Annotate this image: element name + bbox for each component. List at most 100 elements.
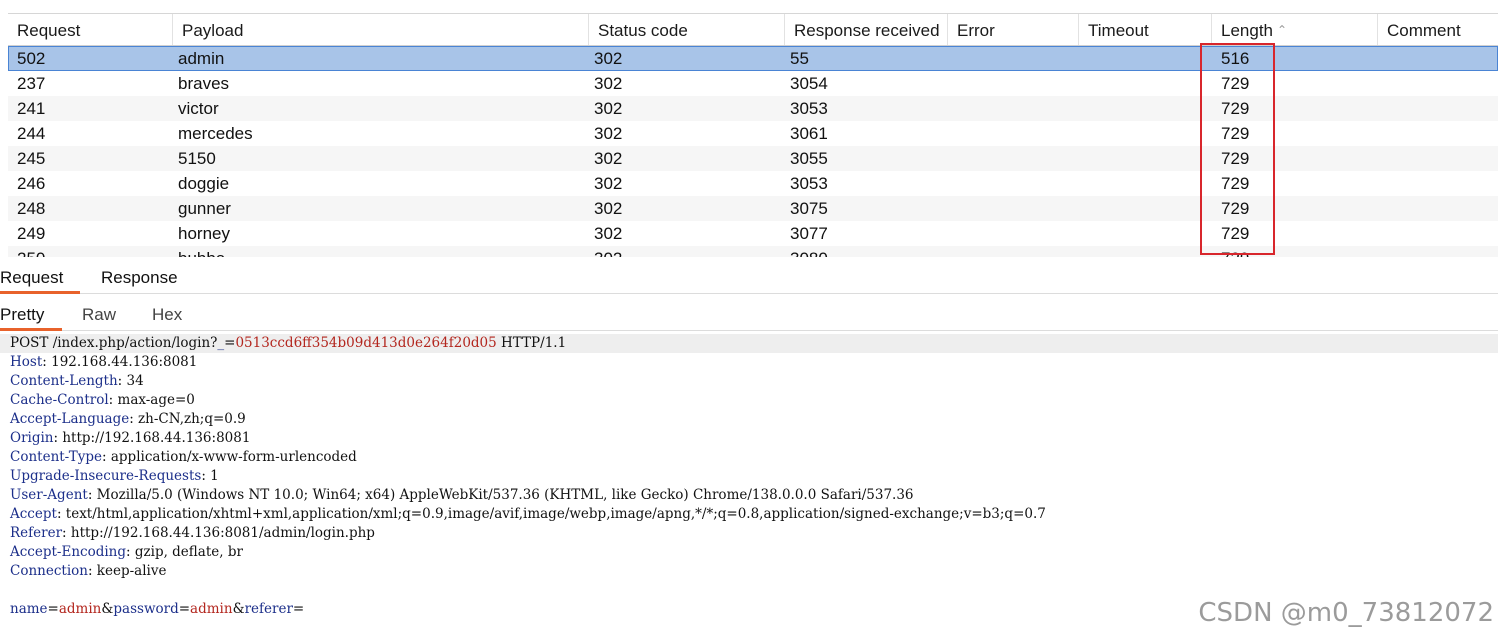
cell-error (944, 171, 953, 196)
cell-payload: doggie (178, 174, 230, 193)
request-line: Connection: keep-alive (10, 563, 167, 579)
watermark: CSDN @m0_73812072 (1198, 598, 1494, 628)
cell-status-code: 302 (594, 224, 623, 243)
cell-error (944, 146, 953, 171)
request-line: User-Agent: Mozilla/5.0 (Windows NT 10.0… (10, 487, 914, 503)
cell-timeout (1075, 71, 1084, 96)
request-editor[interactable]: POST /index.php/action/login?_=0513ccd6f… (0, 334, 1498, 641)
request-line: Origin: http://192.168.44.136:8081 (10, 430, 251, 446)
cell-response-received: 3077 (790, 224, 828, 243)
cell-request: 250 (8, 246, 45, 257)
intruder-results-table: Request Payload Status code Response rec… (8, 13, 1498, 257)
cell-timeout (1075, 46, 1084, 71)
cell-length: 729 (1221, 199, 1250, 218)
cell-status-code: 302 (594, 149, 623, 168)
table-row[interactable]: 502 admin 302 55 516 (8, 46, 1498, 71)
cell-status-code: 302 (594, 74, 623, 93)
tab-raw[interactable]: Raw (82, 300, 116, 330)
cell-response-received: 3061 (790, 124, 828, 143)
request-line: Accept-Language: zh-CN,zh;q=0.9 (10, 411, 246, 427)
request-line: Upgrade-Insecure-Requests: 1 (10, 468, 219, 484)
cell-timeout (1075, 171, 1084, 196)
cell-response-received: 3075 (790, 199, 828, 218)
table-row[interactable]: 250 bubba 302 3080 729 (8, 246, 1498, 257)
cell-timeout (1075, 246, 1084, 257)
cell-payload: gunner (178, 199, 231, 218)
table-row[interactable]: 237 braves 302 3054 729 (8, 71, 1498, 96)
cell-status-code: 302 (594, 124, 623, 143)
cell-comment (1378, 46, 1387, 71)
cell-error (944, 96, 953, 121)
cell-status-code: 302 (594, 199, 623, 218)
cell-error (944, 196, 953, 221)
cell-timeout (1075, 221, 1084, 246)
cell-status-code: 302 (594, 49, 623, 68)
cell-request: 241 (17, 99, 46, 118)
column-header-request[interactable]: Request (8, 14, 173, 45)
cell-response-received: 3054 (790, 74, 828, 93)
cell-error (944, 121, 953, 146)
cell-request: 237 (17, 74, 46, 93)
cell-response-received: 3055 (790, 149, 828, 168)
column-header-response-received[interactable]: Response received (785, 14, 948, 45)
cell-payload: 5150 (178, 149, 216, 168)
table-header: Request Payload Status code Response rec… (8, 14, 1498, 46)
cell-comment (1378, 246, 1387, 257)
cell-response-received: 55 (790, 49, 809, 68)
cell-payload: victor (178, 99, 219, 118)
message-tabs: Request Response (0, 262, 1498, 294)
cell-length: 729 (1221, 174, 1250, 193)
cell-status-code: 302 (585, 246, 622, 257)
cell-timeout (1075, 196, 1084, 221)
request-line: Cache-Control: max-age=0 (10, 392, 195, 408)
cell-timeout (1075, 96, 1084, 121)
request-line: Host: 192.168.44.136:8081 (10, 354, 198, 370)
cell-comment (1378, 221, 1387, 246)
cell-timeout (1075, 121, 1084, 146)
cell-error (944, 71, 953, 96)
cell-length: 729 (1221, 124, 1250, 143)
cell-comment (1378, 96, 1387, 121)
request-line: Content-Type: application/x-www-form-url… (10, 449, 357, 465)
cell-payload: bubba (169, 246, 225, 257)
request-line: Accept-Encoding: gzip, deflate, br (10, 544, 243, 560)
cell-request: 245 (17, 149, 46, 168)
table-row[interactable]: 244 mercedes 302 3061 729 (8, 121, 1498, 146)
cell-request: 244 (17, 124, 46, 143)
request-line: Content-Length: 34 (10, 373, 144, 389)
view-mode-tabs: Pretty Raw Hex (0, 300, 1498, 331)
cell-comment (1378, 196, 1387, 221)
cell-length: 729 (1212, 246, 1249, 257)
table-row[interactable]: 245 5150 302 3055 729 (8, 146, 1498, 171)
tab-hex[interactable]: Hex (152, 300, 182, 330)
cell-comment (1378, 71, 1387, 96)
cell-length: 729 (1221, 224, 1250, 243)
column-header-timeout[interactable]: Timeout (1079, 14, 1212, 45)
request-line: Referer: http://192.168.44.136:8081/admi… (10, 525, 375, 541)
cell-length: 729 (1221, 74, 1250, 93)
table-row[interactable]: 241 victor 302 3053 729 (8, 96, 1498, 121)
table-row[interactable]: 248 gunner 302 3075 729 (8, 196, 1498, 221)
cell-response-received: 3053 (790, 99, 828, 118)
column-header-error[interactable]: Error (948, 14, 1079, 45)
cell-request: 248 (17, 199, 46, 218)
cell-payload: horney (178, 224, 230, 243)
tab-request[interactable]: Request (0, 262, 80, 294)
column-header-status-code[interactable]: Status code (589, 14, 785, 45)
column-header-comment[interactable]: Comment (1378, 14, 1498, 45)
column-header-payload[interactable]: Payload (173, 14, 589, 45)
column-header-length[interactable]: Length ⌃ (1212, 14, 1378, 45)
cell-request: 246 (17, 174, 46, 193)
cell-request: 249 (17, 224, 46, 243)
cell-request: 502 (17, 49, 46, 68)
cell-length: 729 (1221, 149, 1250, 168)
tab-pretty[interactable]: Pretty (0, 300, 62, 331)
cell-timeout (1075, 146, 1084, 171)
cell-payload: mercedes (178, 124, 253, 143)
cell-payload: braves (178, 74, 230, 93)
cell-error (944, 46, 953, 71)
table-row[interactable]: 249 horney 302 3077 729 (8, 221, 1498, 246)
cell-length: 729 (1221, 99, 1250, 118)
tab-response[interactable]: Response (101, 262, 178, 293)
table-row[interactable]: 246 doggie 302 3053 729 (8, 171, 1498, 196)
